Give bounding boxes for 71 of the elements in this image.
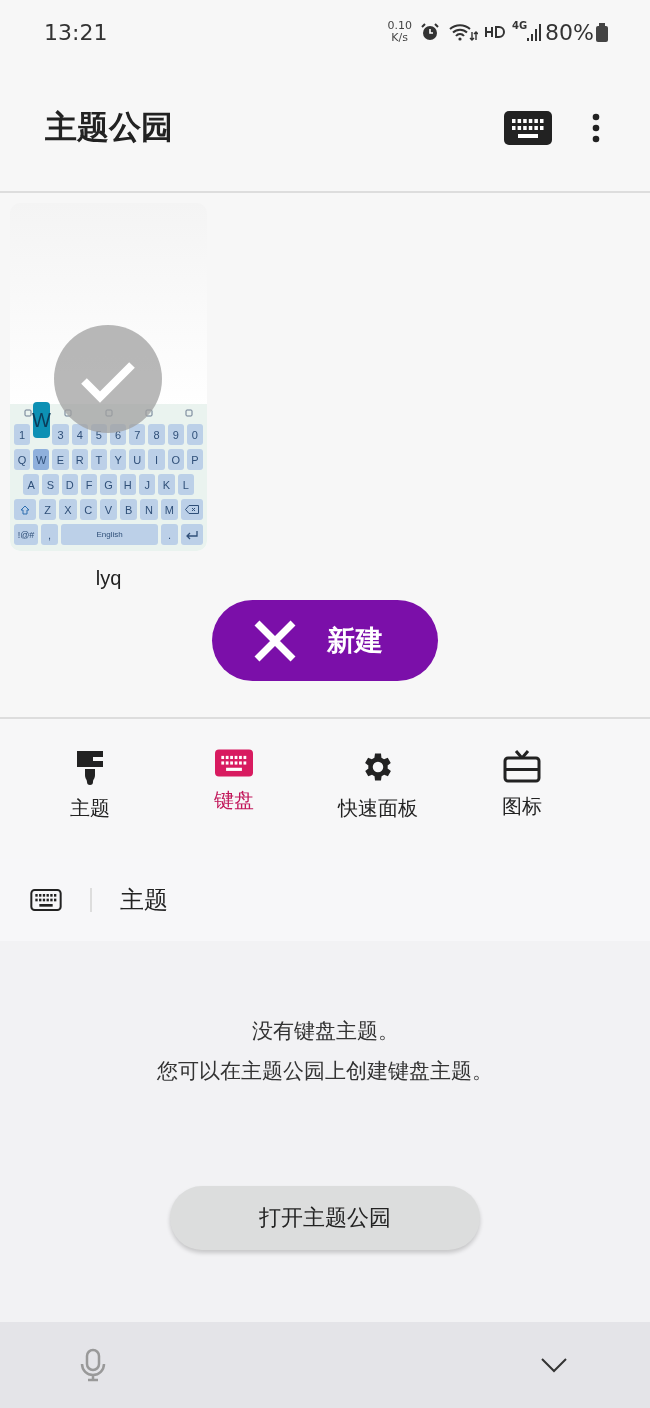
keyboard-key: V (99, 499, 118, 520)
brush-icon (75, 749, 105, 785)
keyboard-key: , (41, 524, 59, 545)
keyboard-key: F (81, 474, 98, 495)
keyboard-key: M (160, 499, 178, 520)
keyboard-key: 1 (14, 424, 31, 445)
backspace-icon (185, 505, 199, 514)
keyboard-key: K (158, 474, 175, 495)
keyboard-key: R (71, 449, 88, 470)
toolbar-icon (24, 409, 32, 417)
keyboard-key: P (186, 449, 203, 470)
page-title: 主题公园 (45, 106, 174, 148)
wifi-icon (447, 22, 478, 42)
battery-icon (596, 22, 608, 42)
alarm-icon (419, 22, 440, 42)
category-tab[interactable]: 主题 (18, 749, 162, 835)
enter-icon (185, 529, 199, 540)
keyboard-key: Z (39, 499, 57, 520)
keyboard-key: T (90, 449, 107, 470)
network-speed-unit: K/s (391, 32, 408, 44)
space-key: English (61, 524, 158, 545)
keyboard-key: L (177, 474, 194, 495)
signal-icon (527, 22, 542, 42)
keyboard-key: E (52, 449, 69, 470)
keyboard-key: U (129, 449, 146, 470)
cross-icon (253, 618, 297, 663)
arrow-up-icon (20, 504, 30, 515)
theme-name: lyq (95, 567, 122, 590)
status-time: 13:21 (44, 19, 109, 45)
network-speed: 0.10 (387, 20, 412, 32)
more-button[interactable] (592, 112, 600, 143)
keyboard-button[interactable] (504, 110, 552, 145)
category-tab[interactable]: 快速面板 (306, 749, 450, 835)
keyboard-key: G (100, 474, 117, 495)
keyboard-key: X (59, 499, 77, 520)
keyboard-key: W (33, 449, 50, 470)
keyboard-key: 8 (148, 424, 165, 445)
keyboard-key: Q (14, 449, 31, 470)
category-tab[interactable]: 键盘 (162, 749, 306, 835)
keyboard-key: B (120, 499, 138, 520)
keyboard-key: . (160, 524, 178, 545)
keyboard-key: 7 (129, 424, 146, 445)
toolbar-icon (185, 409, 193, 417)
chevron-down-icon[interactable] (540, 1357, 568, 1373)
keyboard-key: O (167, 449, 184, 470)
keyboard-key: I (148, 449, 165, 470)
empty-message: 没有键盘主题。 (251, 1018, 399, 1045)
keyboard-key: J (139, 474, 156, 495)
hd-icon (483, 25, 506, 39)
battery-percent: 80% (545, 19, 594, 45)
keyboard-icon (504, 110, 552, 145)
keyboard-key: 9 (167, 424, 184, 445)
keyboard-key: 4 (71, 424, 88, 445)
keyboard-key: N (140, 499, 158, 520)
keyboard-key: 0 (186, 424, 203, 445)
new-button[interactable]: 新建 (212, 600, 438, 681)
keyboard-icon (215, 749, 253, 777)
filter-label[interactable]: 主题 (120, 884, 168, 916)
keyboard-key: S (42, 474, 59, 495)
keyboard-icon (30, 888, 62, 912)
keyboard-key: D (61, 474, 78, 495)
category-tab[interactable]: 图标 (450, 749, 594, 835)
keyboard-key: Y (110, 449, 127, 470)
empty-message: 您可以在主题公园上创建键盘主题。 (157, 1058, 493, 1085)
keyboard-key: 3 (52, 424, 69, 445)
keyboard-key: C (79, 499, 97, 520)
keyboard-key: A (23, 474, 40, 495)
network-type: 4G (511, 20, 528, 31)
keyboard-key: H (119, 474, 136, 495)
open-theme-park-button[interactable]: 打开主题公园 (170, 1186, 480, 1250)
keyboard-key: !@# (14, 524, 38, 545)
